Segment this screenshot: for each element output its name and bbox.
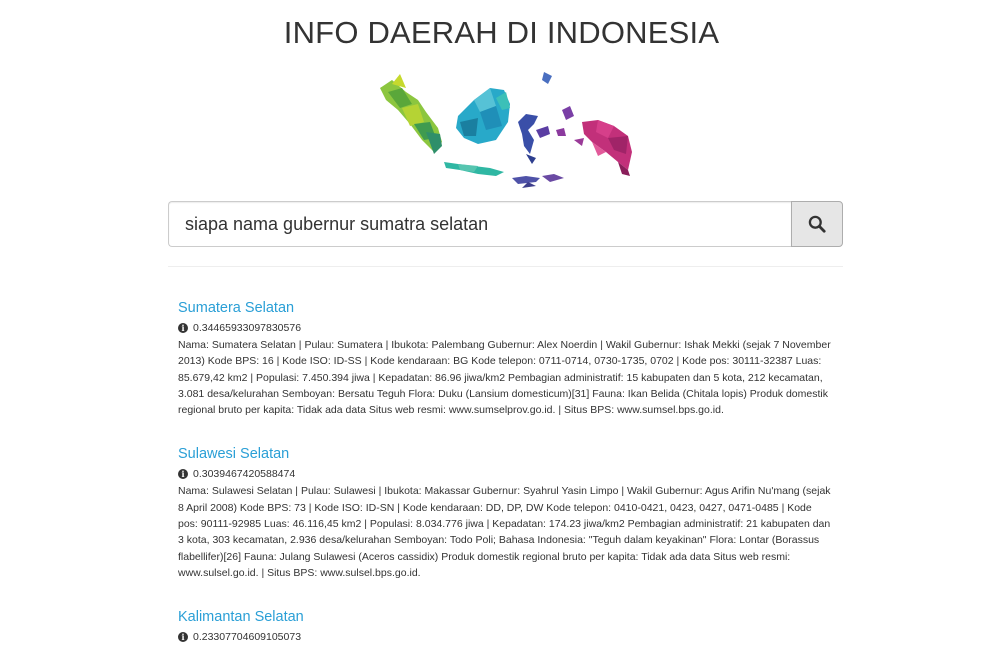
result-title-link[interactable]: Sulawesi Selatan xyxy=(178,444,834,464)
result-score-value: 0.34465933097830576 xyxy=(193,322,302,334)
search-input[interactable] xyxy=(168,201,791,247)
results-list: Sumatera Selatan i 0.34465933097830576 N… xyxy=(178,298,834,659)
result-item: Sulawesi Selatan i 0.3039467420588474 Na… xyxy=(178,444,834,581)
page-title: INFO DAERAH DI INDONESIA xyxy=(283,15,720,50)
info-circle-icon: i xyxy=(178,469,188,480)
result-title-link[interactable]: Sumatera Selatan xyxy=(178,298,834,318)
result-score: i 0.23307704609105073 xyxy=(178,630,834,644)
result-description: Nama: Sumatera Selatan | Pulau: Sumatera… xyxy=(178,339,831,417)
info-circle-icon: i xyxy=(178,632,188,643)
result-item: Kalimantan Selatan i 0.23307704609105073 xyxy=(178,607,834,644)
search-button[interactable] xyxy=(791,201,843,247)
result-score-value: 0.3039467420588474 xyxy=(193,468,296,481)
result-title-link[interactable]: Kalimantan Selatan xyxy=(178,607,834,627)
result-score: i 0.3039467420588474 xyxy=(178,467,834,481)
search-bar xyxy=(168,201,843,247)
result-score-value: 0.23307704609105073 xyxy=(193,631,302,644)
indonesia-map-logo xyxy=(380,72,632,188)
result-score: i 0.34465933097830576 xyxy=(178,321,834,335)
result-description: Nama: Sulawesi Selatan | Pulau: Sulawesi… xyxy=(178,485,831,579)
search-icon xyxy=(808,215,826,233)
info-circle-icon: i xyxy=(178,323,188,333)
result-item: Sumatera Selatan i 0.34465933097830576 N… xyxy=(178,298,834,418)
divider xyxy=(168,266,843,267)
